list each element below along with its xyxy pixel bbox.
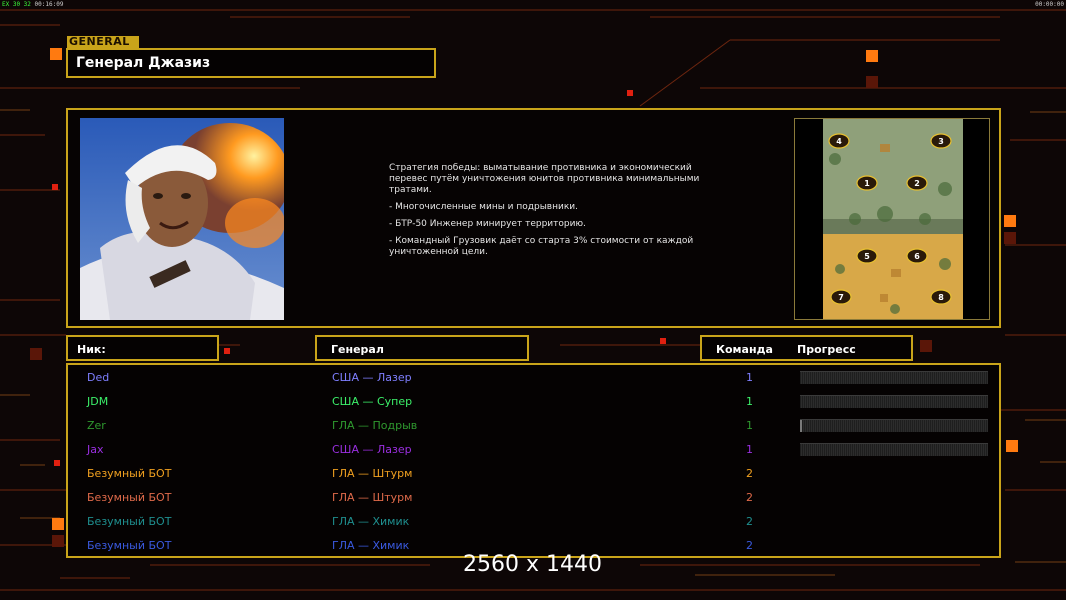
player-row[interactable]: Ded США — Лазер 1 — [68, 367, 999, 391]
general-name: Генерал Джазиз — [76, 55, 211, 71]
progress-bar — [800, 419, 988, 432]
minimap: 4 3 1 2 5 6 7 8 — [794, 118, 990, 320]
player-nick: Безумный БОТ — [87, 467, 172, 480]
general-tag: GENERAL — [67, 36, 139, 48]
description-line: - БТР-50 Инженер минирует территорию. — [389, 219, 586, 229]
description-line: Стратегия победы: выматывание противника… — [389, 163, 700, 195]
progress-bar — [800, 395, 988, 408]
minimap-slot[interactable]: 3 — [938, 137, 944, 146]
progress-bar — [800, 443, 988, 456]
player-team: 1 — [746, 371, 753, 384]
minimap-slot[interactable]: 5 — [864, 252, 870, 261]
hud-clock-left: EX 30 32 00:16:09 — [2, 1, 64, 8]
player-team: 2 — [746, 491, 753, 504]
column-label: Команда — [716, 343, 773, 356]
column-label: Прогресс — [797, 343, 856, 356]
column-label: Ник: — [77, 343, 106, 356]
player-row[interactable]: Безумный БОТ ГЛА — Химик 2 — [68, 511, 999, 535]
player-team: 2 — [746, 467, 753, 480]
player-list: Ded США — Лазер 1 JDM США — Супер 1 Zer ГЛА — П… — [66, 363, 1001, 558]
player-team: 1 — [746, 443, 753, 456]
hud-clock-right: 00:00:00 — [1035, 1, 1064, 8]
player-general: США — Лазер — [332, 443, 412, 456]
strategy-description: Стратегия победы: выматывание противника… — [389, 163, 709, 264]
player-nick: JDM — [87, 395, 109, 408]
resolution-label: 2560 x 1440 — [463, 552, 602, 577]
player-row[interactable]: Безумный БОТ ГЛА — Штурм 2 — [68, 463, 999, 487]
column-header-team-progress: Команда Прогресс — [700, 335, 913, 361]
player-general: ГЛА — Штурм — [332, 491, 413, 504]
player-team: 1 — [746, 419, 753, 432]
player-nick: Безумный БОТ — [87, 539, 172, 552]
minimap-slot[interactable]: 8 — [938, 293, 944, 302]
player-general: США — Супер — [332, 395, 413, 408]
player-general: ГЛА — Штурм — [332, 467, 413, 480]
player-general: ГЛА — Химик — [332, 515, 410, 528]
column-header-general: Генерал — [315, 335, 529, 361]
minimap-slot[interactable]: 7 — [838, 293, 844, 302]
player-nick: Jax — [87, 443, 104, 456]
column-header-nick: Ник: — [66, 335, 219, 361]
player-general: ГЛА — Подрыв — [332, 419, 418, 432]
player-nick: Ded — [87, 371, 110, 384]
player-general: США — Лазер — [332, 371, 412, 384]
player-row[interactable]: Безумный БОТ ГЛА — Штурм 2 — [68, 487, 999, 511]
player-team: 2 — [746, 539, 753, 552]
minimap-slot[interactable]: 4 — [836, 137, 842, 146]
player-nick: Безумный БОТ — [87, 515, 172, 528]
minimap-slot[interactable]: 6 — [914, 252, 920, 261]
progress-bar — [800, 371, 988, 384]
general-name-box: Генерал Джазиз — [66, 48, 436, 78]
player-team: 2 — [746, 515, 753, 528]
player-row[interactable]: Zer ГЛА — Подрыв 1 — [68, 415, 999, 439]
minimap-slot[interactable]: 1 — [864, 179, 870, 188]
column-label: Генерал — [331, 343, 384, 356]
progress-fill — [800, 420, 802, 432]
description-line: - Командный Грузовик даёт со старта 3% с… — [389, 236, 694, 257]
player-row[interactable]: JDM США — Супер 1 — [68, 391, 999, 415]
player-nick: Безумный БОТ — [87, 491, 172, 504]
player-nick: Zer — [87, 419, 106, 432]
description-line: - Многочисленные мины и подрывники. — [389, 202, 578, 212]
player-general: ГЛА — Химик — [332, 539, 410, 552]
player-row[interactable]: Jax США — Лазер 1 — [68, 439, 999, 463]
player-team: 1 — [746, 395, 753, 408]
general-portrait — [80, 118, 284, 320]
minimap-slot[interactable]: 2 — [914, 179, 920, 188]
